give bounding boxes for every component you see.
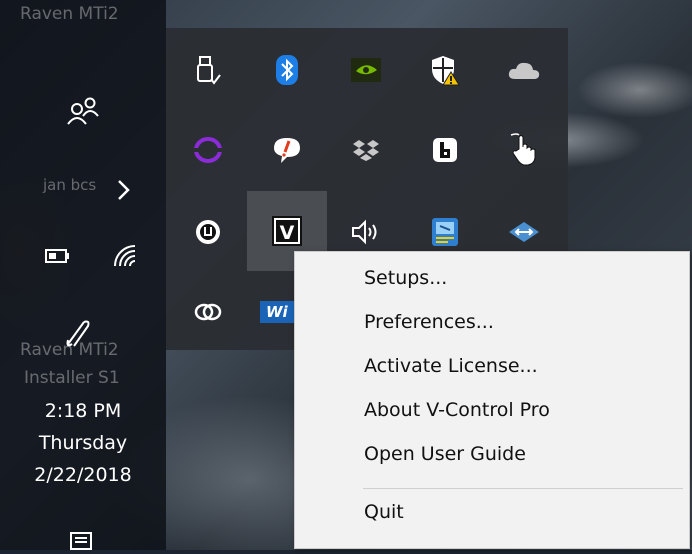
wifi-icon[interactable] — [113, 244, 137, 272]
clock-date[interactable]: 2/22/2018 — [0, 464, 166, 486]
touch-hand-icon[interactable] — [497, 123, 551, 177]
taskbar-app-title-bottom-1: Raven MTi2 — [20, 340, 119, 360]
usb-eject-icon[interactable] — [181, 43, 235, 97]
chevron-right-icon[interactable] — [116, 178, 132, 206]
bluetooth-icon[interactable] — [260, 43, 314, 97]
chat-alert-icon[interactable] — [260, 123, 314, 177]
battery-icon[interactable] — [45, 248, 71, 268]
clock-day[interactable]: Thursday — [0, 432, 166, 454]
taskbar: Raven MTi2 jan bcs Raven MTi2 Installer … — [0, 0, 166, 550]
menu-item-about[interactable]: About V-Control Pro — [296, 390, 688, 430]
clock-time[interactable]: 2:18 PM — [0, 400, 166, 422]
box-b-icon[interactable] — [418, 123, 472, 177]
menu-item-quit[interactable]: Quit — [296, 492, 688, 532]
menu-item-open-user-guide[interactable]: Open User Guide — [296, 434, 688, 474]
user-label: jan bcs — [43, 176, 97, 194]
menu-item-activate-license[interactable]: Activate License... — [296, 346, 688, 386]
purple-ring-icon[interactable] — [181, 123, 235, 177]
onedrive-icon[interactable] — [497, 43, 551, 97]
wi-logo-text: Wi — [260, 301, 294, 323]
v-control-letter: V — [280, 222, 295, 244]
taskbar-app-title-bottom-2: Installer S1 — [24, 368, 120, 388]
dropbox-icon[interactable] — [339, 123, 393, 177]
context-menu: Setups... Preferences... Activate Licens… — [294, 251, 690, 549]
menu-item-setups[interactable]: Setups... — [296, 258, 688, 298]
windows-defender-warning-icon[interactable] — [418, 43, 472, 97]
people-icon[interactable] — [66, 96, 100, 130]
taskbar-app-title-top: Raven MTi2 — [20, 4, 119, 24]
menu-separator — [363, 488, 683, 489]
nvidia-icon[interactable] — [339, 43, 393, 97]
omega-app-icon[interactable] — [181, 205, 235, 259]
menu-item-preferences[interactable]: Preferences... — [296, 302, 688, 342]
link-rings-icon[interactable] — [181, 285, 235, 339]
action-center-icon[interactable] — [70, 532, 92, 554]
